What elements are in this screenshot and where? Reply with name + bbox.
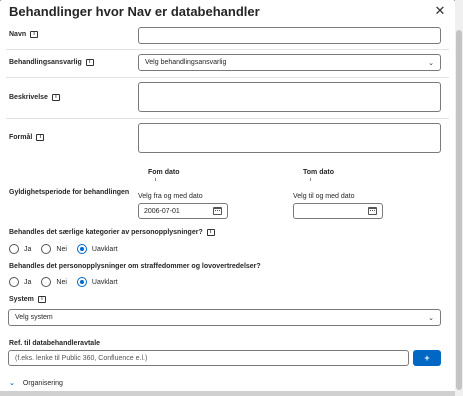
fom-date-input[interactable]: 2006-07-01 <box>138 203 228 219</box>
gyldighet-label-text: Gyldighetsperiode for behandlingen <box>9 189 130 196</box>
straffedommer-radio-ja[interactable]: Ja <box>9 277 31 287</box>
accordion-label: Organisering <box>22 379 63 387</box>
divider <box>6 77 449 78</box>
beskrivelse-label-row: Beskrivelse i <box>9 94 60 101</box>
behandlingsansvarlig-label-row: Behandlingsansvarlig i <box>9 59 94 66</box>
radio-label: Nei <box>56 278 67 286</box>
navn-label: Navn <box>9 31 27 38</box>
straffedommer-question-row: Behandles det personopplysninger om stra… <box>9 263 261 270</box>
fom-header: Fom dato <box>148 169 180 176</box>
radio-circle-selected[interactable] <box>76 244 87 254</box>
add-button[interactable]: + <box>413 350 441 366</box>
saerlige-radio-uavklart[interactable]: Uavklart <box>76 244 118 254</box>
close-icon[interactable]: ✕ <box>433 4 447 18</box>
radio-circle[interactable] <box>9 244 19 254</box>
system-value: Velg system <box>15 314 53 321</box>
saerlige-radio-group: Ja Nei Uavklart <box>9 244 118 254</box>
formal-textarea[interactable] <box>138 123 441 153</box>
tom-tick <box>310 178 311 181</box>
accordion-organisering[interactable]: ⌄ Organisering <box>9 379 63 388</box>
calendar-icon[interactable] <box>368 207 377 215</box>
tom-date-input[interactable] <box>293 203 383 219</box>
saerlige-question-row: Behandles det særlige kategorier av pers… <box>9 229 215 236</box>
fom-label: Velg fra og med dato <box>138 193 203 200</box>
straffedommer-radio-nei[interactable]: Nei <box>41 277 67 287</box>
radio-circle[interactable] <box>41 244 52 254</box>
radio-circle[interactable] <box>41 277 52 287</box>
tom-label: Velg til og med dato <box>293 193 355 200</box>
straffedommer-question: Behandles det personopplysninger om stra… <box>9 263 261 270</box>
info-icon[interactable]: i <box>51 94 60 101</box>
radio-label: Uavklart <box>91 245 118 253</box>
radio-label: Ja <box>24 278 32 286</box>
straffedommer-radio-uavklart[interactable]: Uavklart <box>76 277 118 287</box>
fom-tick <box>155 178 156 181</box>
ref-input[interactable]: (f.eks. lenke til Public 360, Confluence… <box>8 350 409 366</box>
divider <box>6 118 449 119</box>
chevron-down-icon: ⌄ <box>428 314 434 322</box>
radio-label: Ja <box>24 245 32 253</box>
straffedommer-radio-group: Ja Nei Uavklart <box>9 277 118 287</box>
beskrivelse-textarea[interactable] <box>138 82 441 112</box>
system-label: System <box>9 296 34 303</box>
system-select[interactable]: Velg system ⌄ <box>8 309 441 326</box>
info-icon[interactable]: i <box>36 134 45 141</box>
modal-title: Behandlinger hvor Nav er databehandler <box>9 4 260 19</box>
chevron-down-icon: ⌄ <box>9 380 15 387</box>
info-icon[interactable]: i <box>85 59 94 66</box>
formal-label-row: Formål i <box>9 134 45 141</box>
info-icon[interactable]: i <box>30 31 39 38</box>
navn-input[interactable] <box>138 27 441 44</box>
chevron-down-icon: ⌄ <box>428 59 434 67</box>
tom-header: Tom dato <box>303 169 334 176</box>
saerlige-radio-ja[interactable]: Ja <box>9 244 31 254</box>
calendar-icon[interactable] <box>213 207 222 215</box>
system-label-row: System i <box>9 296 46 303</box>
divider <box>6 49 449 50</box>
saerlige-radio-nei[interactable]: Nei <box>41 244 67 254</box>
radio-label: Uavklart <box>91 278 118 286</box>
radio-circle[interactable] <box>9 277 19 287</box>
modal-dialog: Behandlinger hvor Nav er databehandler ✕… <box>0 0 455 392</box>
radio-label: Nei <box>56 245 67 253</box>
ref-label-row: Ref. til databehandleravtale <box>9 340 100 347</box>
behandlingsansvarlig-label: Behandlingsansvarlig <box>9 59 82 66</box>
radio-circle-selected[interactable] <box>76 277 87 287</box>
ref-label: Ref. til databehandleravtale <box>9 340 101 347</box>
scrollbar-thumb[interactable] <box>456 30 462 390</box>
behandlingsansvarlig-value: Velg behandlingsansvarlig <box>145 59 227 66</box>
saerlige-question: Behandles det særlige kategorier av pers… <box>9 229 203 236</box>
fom-date-value: 2006-07-01 <box>144 207 180 215</box>
beskrivelse-label: Beskrivelse <box>9 94 48 101</box>
gyldighet-label: Gyldighetsperiode for behandlingen <box>9 189 129 196</box>
info-icon[interactable]: i <box>206 229 215 236</box>
bottom-strip <box>0 391 455 396</box>
navn-label-row: Navn i <box>9 31 39 38</box>
formal-label: Formål <box>9 134 33 141</box>
behandlingsansvarlig-select[interactable]: Velg behandlingsansvarlig ⌄ <box>138 54 441 71</box>
info-icon[interactable]: i <box>37 296 46 303</box>
